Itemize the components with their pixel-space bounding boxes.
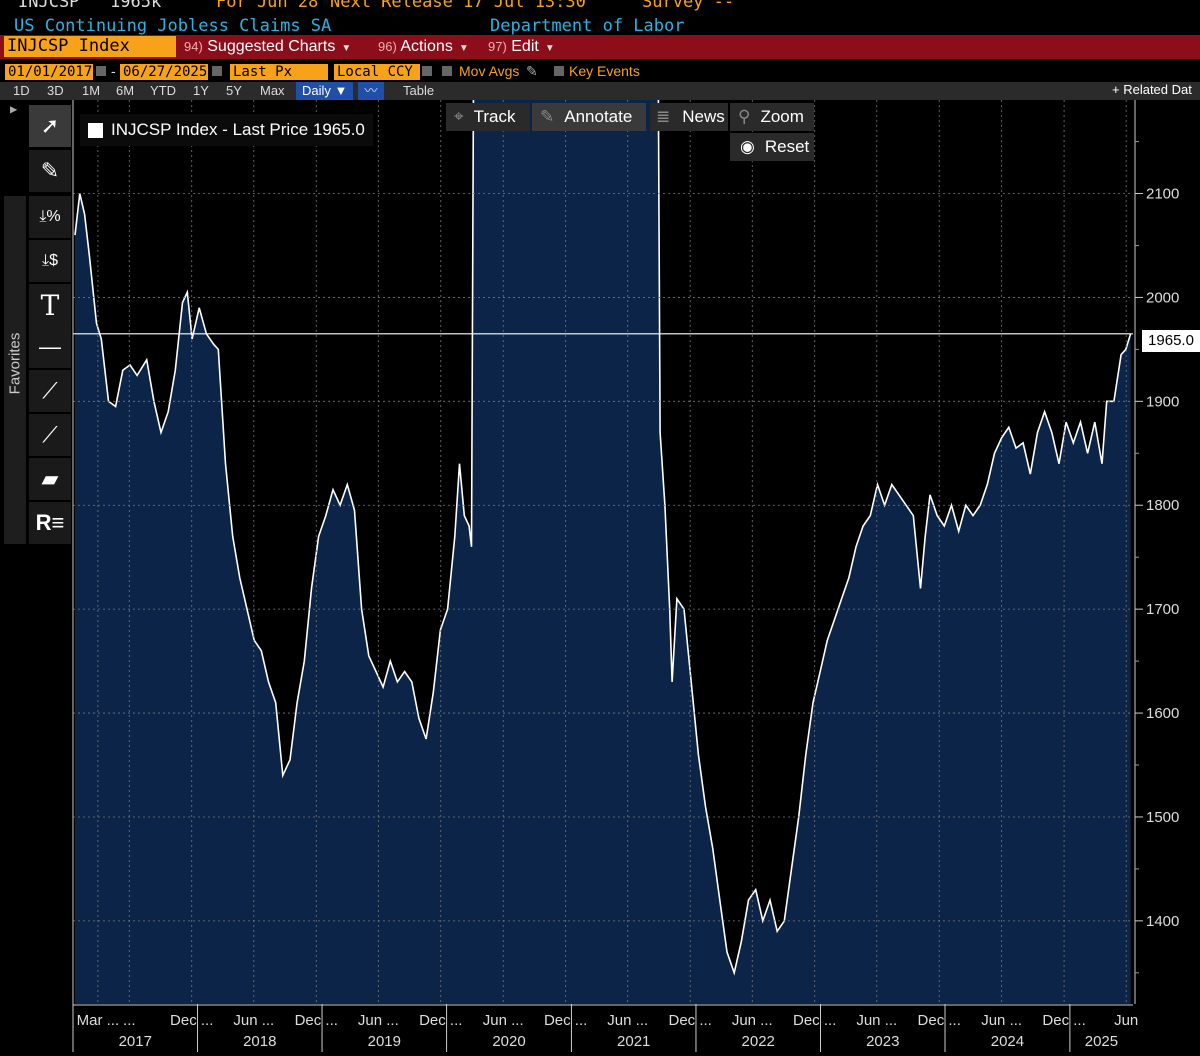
y-tick-label: 2000 — [1146, 289, 1179, 306]
annotate-label: Annotate — [564, 107, 633, 126]
magnifier-icon: ⚲ — [738, 107, 751, 126]
track-button[interactable]: ⌖ Track — [446, 103, 530, 131]
x-month-label: Jun ... — [483, 1012, 524, 1029]
x-month-label: Dec ... — [793, 1012, 836, 1029]
x-year-label: 2020 — [492, 1033, 525, 1050]
x-year-label: 2019 — [368, 1033, 401, 1050]
last-price-tag: 1965.0 — [1142, 330, 1200, 352]
x-month-label: Jun ... — [732, 1012, 773, 1029]
y-axis: 1400 1500 1600 1700 1800 1900 2000 2100 — [1134, 100, 1200, 1004]
reset-label: Reset — [764, 137, 810, 156]
x-month-label: Jun ... — [233, 1012, 274, 1029]
y-tick-label: 1400 — [1146, 913, 1179, 930]
x-year-label: 2024 — [991, 1033, 1024, 1050]
x-month-label: Dec ... — [918, 1012, 961, 1029]
crosshair-icon: ⌖ — [454, 107, 464, 126]
x-year-label: 2021 — [617, 1033, 650, 1050]
y-tick-label: 2100 — [1146, 186, 1179, 203]
annotate-button[interactable]: ✎ Annotate — [532, 103, 646, 131]
x-month-label: Jun ... — [981, 1012, 1022, 1029]
track-label: Track — [473, 107, 516, 126]
x-month-label: Jun ... — [607, 1012, 648, 1029]
y-axis-background — [1136, 100, 1200, 1004]
chart-svg: 1400 1500 1600 1700 1800 1900 2000 2100 Mar ...… — [72, 100, 1200, 1052]
x-month-label: Jun — [1114, 1012, 1138, 1029]
x-month-label: ... — [123, 1012, 136, 1029]
x-month-label: Dec ... — [544, 1012, 587, 1029]
x-month-label: Dec ... — [1042, 1012, 1085, 1029]
y-tick-label: 1600 — [1146, 705, 1179, 722]
x-month-label: Dec ... — [170, 1012, 213, 1029]
pencil-icon: ✎ — [540, 107, 555, 126]
x-year-label: 2017 — [119, 1033, 152, 1050]
y-tick-label: 1800 — [1146, 497, 1179, 514]
reset-button[interactable]: ◉ Reset — [730, 133, 814, 161]
news-icon: ≣ — [656, 107, 671, 126]
x-month-label: Mar ... — [77, 1012, 120, 1029]
x-year-label: 2022 — [742, 1033, 775, 1050]
x-year-label: 2018 — [243, 1033, 276, 1050]
x-month-label: Dec ... — [668, 1012, 711, 1029]
chart-legend: INJCSP Index - Last Price 1965.0 — [80, 114, 373, 146]
series-area — [75, 100, 1131, 1004]
zoom-label: Zoom — [760, 107, 804, 126]
x-month-label: Dec ... — [419, 1012, 462, 1029]
legend-swatch — [88, 122, 103, 138]
plot-area — [73, 100, 1133, 1004]
y-tick-label: 1900 — [1146, 393, 1179, 410]
x-month-label: Dec ... — [295, 1012, 338, 1029]
zoom-button[interactable]: ⚲ Zoom — [730, 103, 814, 131]
legend-label: INJCSP Index - Last Price 1965.0 — [111, 120, 365, 139]
y-tick-label: 1700 — [1146, 601, 1179, 618]
news-button[interactable]: ≣ News — [650, 103, 728, 131]
x-month-label: Jun ... — [358, 1012, 399, 1029]
news-label: News — [682, 107, 725, 126]
x-year-label: 2023 — [866, 1033, 899, 1050]
y-tick-label: 1500 — [1146, 809, 1179, 826]
x-year-label: 2025 — [1085, 1033, 1118, 1050]
x-month-label: Jun ... — [856, 1012, 897, 1029]
reset-icon: ◉ — [740, 137, 755, 156]
